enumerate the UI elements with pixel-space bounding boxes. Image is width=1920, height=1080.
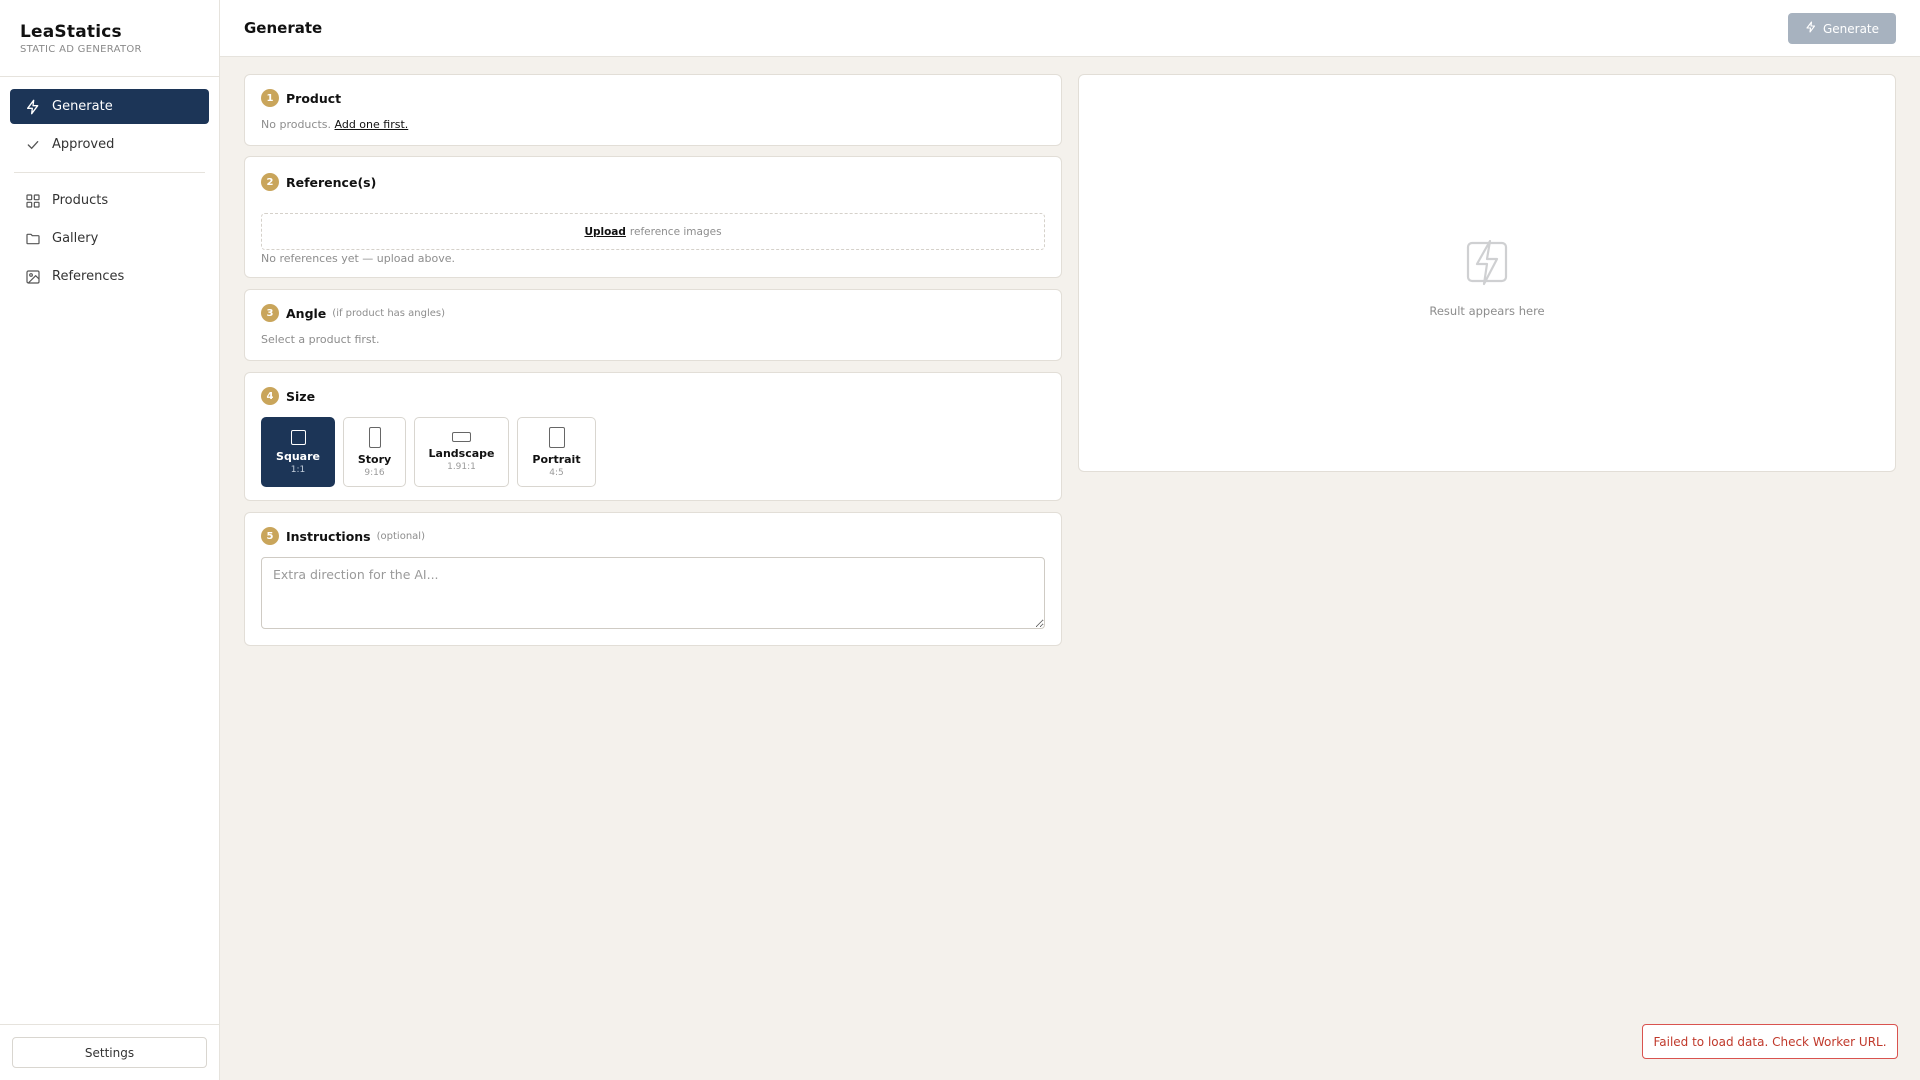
add-product-link[interactable]: Add one first.	[335, 118, 409, 131]
sidebar-nav: Generate Approved Products Gallery Refer…	[0, 77, 219, 309]
size-option-ratio: 4:5	[549, 467, 564, 478]
size-option-label: Portrait	[532, 452, 581, 466]
upload-dropzone[interactable]: Upload reference images	[261, 213, 1045, 250]
sidebar-item-approved[interactable]: Approved	[10, 127, 209, 162]
card-hint: (optional)	[376, 530, 425, 542]
error-toast: Failed to load data. Check Worker URL.	[1642, 1024, 1898, 1059]
size-option-label: Square	[276, 449, 320, 463]
lightning-icon	[1466, 239, 1508, 290]
story-shape-icon	[368, 426, 381, 448]
lightning-icon	[24, 98, 42, 116]
image-icon	[24, 268, 42, 286]
sidebar-item-label: References	[52, 269, 125, 284]
card-header: 2 Reference(s)	[261, 173, 376, 191]
sidebar: LeaStatics STATIC AD GENERATOR Generate …	[0, 0, 220, 1080]
product-card: 1 Product No products. Add one first.	[244, 74, 1062, 146]
sidebar-footer: Settings	[0, 1024, 219, 1080]
size-option-label: Landscape	[428, 447, 495, 460]
size-option-landscape[interactable]: Landscape 1.91:1	[414, 417, 509, 487]
sidebar-item-products[interactable]: Products	[10, 183, 209, 218]
sidebar-item-gallery[interactable]: Gallery	[10, 221, 209, 256]
sidebar-item-generate[interactable]: Generate	[10, 89, 209, 124]
portrait-shape-icon	[548, 426, 565, 448]
square-shape-icon	[290, 429, 306, 445]
step-badge: 1	[261, 89, 279, 107]
brand-title: LeaStatics	[20, 22, 122, 42]
grid-icon	[24, 192, 42, 210]
step-badge: 3	[261, 304, 279, 322]
result-placeholder-text: Result appears here	[1429, 304, 1545, 318]
sidebar-item-label: Generate	[52, 99, 113, 114]
size-option-ratio: 1.91:1	[447, 462, 476, 472]
upload-link[interactable]: Upload	[584, 226, 625, 238]
card-header: 4 Size	[261, 387, 315, 405]
card-title: Instructions	[286, 528, 371, 544]
sidebar-item-label: Gallery	[52, 231, 99, 246]
size-option-ratio: 1:1	[290, 464, 306, 475]
upload-text: reference images	[629, 225, 722, 238]
result-placeholder: Result appears here	[1079, 239, 1895, 318]
step-badge: 4	[261, 387, 279, 405]
card-title: Size	[286, 388, 316, 404]
generate-button-label: Generate	[1822, 21, 1880, 36]
card-header: 5 Instructions (optional)	[261, 527, 425, 545]
card-title: Product	[286, 90, 342, 106]
lightning-icon	[1805, 21, 1817, 36]
card-header: 1 Product	[261, 89, 341, 107]
references-card: 2 Reference(s) Upload reference images N…	[244, 156, 1062, 278]
size-option-portrait[interactable]: Portrait 4:5	[517, 417, 596, 487]
card-hint: (if product has angles)	[332, 307, 446, 319]
sidebar-item-label: Products	[52, 193, 109, 208]
size-option-square[interactable]: Square 1:1	[261, 417, 335, 487]
sidebar-item-references[interactable]: References	[10, 259, 209, 294]
step-badge: 5	[261, 527, 279, 545]
references-empty-text: No references yet — upload above.	[261, 252, 455, 265]
generate-button[interactable]: Generate	[1788, 13, 1896, 44]
result-panel: Result appears here	[1078, 74, 1896, 472]
settings-button[interactable]: Settings	[12, 1037, 207, 1068]
size-option-label: Story	[357, 452, 392, 466]
size-card: 4 Size Square 1:1 Story 9:16 Landscape 1…	[244, 372, 1062, 501]
brand-subtitle: STATIC AD GENERATOR	[20, 44, 142, 55]
size-option-story[interactable]: Story 9:16	[343, 417, 406, 487]
brand: LeaStatics STATIC AD GENERATOR	[0, 0, 219, 77]
landscape-shape-icon	[452, 432, 471, 442]
card-title: Reference(s)	[286, 174, 377, 190]
instructions-card: 5 Instructions (optional)	[244, 512, 1062, 646]
page-title: Generate	[244, 19, 323, 37]
empty-message: No products.	[261, 118, 331, 131]
folder-icon	[24, 230, 42, 248]
page-header: Generate Generate	[220, 0, 1920, 57]
instructions-textarea[interactable]	[261, 557, 1045, 629]
product-empty-text: No products. Add one first.	[261, 118, 408, 131]
nav-divider	[14, 172, 205, 173]
angle-empty-text: Select a product first.	[261, 333, 380, 346]
card-header: 3 Angle (if product has angles)	[261, 304, 445, 322]
angle-card: 3 Angle (if product has angles) Select a…	[244, 289, 1062, 361]
size-option-ratio: 9:16	[364, 467, 385, 478]
step-badge: 2	[261, 173, 279, 191]
check-icon	[24, 136, 42, 154]
sidebar-item-label: Approved	[52, 137, 115, 152]
card-title: Angle	[286, 305, 327, 321]
